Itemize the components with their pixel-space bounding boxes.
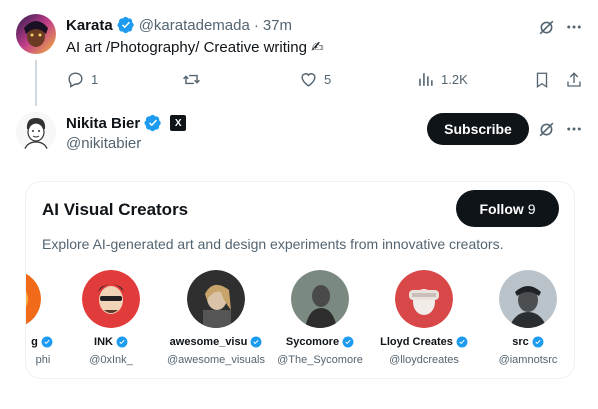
tweet-text: AI art /Photography/ Creative writing ✍ bbox=[66, 38, 324, 56]
profile-avatar[interactable] bbox=[16, 112, 56, 152]
creator-name: g bbox=[31, 336, 38, 348]
more-icon[interactable] bbox=[563, 118, 585, 140]
creator-avatar[interactable] bbox=[82, 270, 140, 328]
creator-handle: @awesome_visuals bbox=[167, 354, 265, 366]
verified-badge-icon bbox=[41, 336, 53, 348]
tweet-author-name[interactable]: Karata bbox=[66, 17, 113, 34]
creator-item[interactable]: src @iamnotsrc bbox=[472, 270, 574, 366]
verified-badge-icon bbox=[117, 16, 134, 34]
creator-handle: @lloydcreates bbox=[389, 354, 459, 366]
grok-icon[interactable] bbox=[535, 118, 557, 140]
follow-list-button[interactable]: Follow 9 bbox=[456, 190, 559, 227]
reply-button[interactable]: 1 bbox=[66, 70, 98, 89]
creator-handle: @0xInk_ bbox=[89, 354, 133, 366]
creator-item[interactable]: Sycomore @The_Sycomore bbox=[264, 270, 376, 366]
tweet-header: Karata @karatademada · 37m bbox=[66, 16, 292, 34]
follow-label: Follow bbox=[479, 200, 524, 217]
creator-avatar[interactable] bbox=[26, 270, 41, 328]
profile-name[interactable]: Nikita Bier bbox=[66, 115, 140, 132]
creator-name: INK bbox=[94, 336, 113, 348]
reply-icon bbox=[68, 72, 83, 88]
grok-icon[interactable] bbox=[535, 16, 557, 38]
retweet-icon bbox=[183, 74, 200, 85]
creator-name: Sycomore bbox=[285, 336, 340, 348]
tweet-author-avatar[interactable] bbox=[16, 14, 56, 54]
creator-avatar[interactable] bbox=[395, 270, 453, 328]
profile-handle[interactable]: @nikitabier bbox=[66, 135, 141, 152]
creator-name: Lloyd Creates bbox=[380, 336, 453, 348]
views-button[interactable]: 1.2K bbox=[416, 70, 468, 89]
profile-handle-row: @nikitabier bbox=[66, 135, 141, 152]
creator-handle: @The_Sycomore bbox=[277, 354, 363, 366]
follow-count: 9 bbox=[527, 200, 536, 217]
verified-badge-icon bbox=[532, 336, 544, 348]
reply-count: 1 bbox=[91, 72, 99, 87]
creator-item[interactable]: Lloyd Creates @lloydcreates bbox=[368, 270, 480, 366]
creator-item[interactable]: awesome_visu @awesome_visuals bbox=[160, 270, 272, 366]
verified-badge-icon bbox=[342, 336, 354, 348]
views-icon bbox=[419, 73, 433, 86]
creator-item[interactable]: INK @0xInk_ bbox=[55, 270, 167, 366]
creator-avatar[interactable] bbox=[291, 270, 349, 328]
verified-badge-icon bbox=[456, 336, 468, 348]
like-count: 5 bbox=[324, 72, 332, 87]
creator-handle: @iamnotsrc bbox=[498, 354, 558, 366]
thread-connector-line bbox=[35, 60, 37, 106]
views-count: 1.2K bbox=[441, 72, 468, 87]
creator-avatar[interactable] bbox=[187, 270, 245, 328]
creator-avatar[interactable] bbox=[499, 270, 557, 328]
affiliate-x-badge[interactable]: X bbox=[170, 115, 187, 131]
more-icon[interactable] bbox=[563, 16, 585, 38]
subscribe-button[interactable]: Subscribe bbox=[427, 113, 529, 145]
creator-name: awesome_visu bbox=[169, 336, 248, 348]
tweet-author-handle[interactable]: @karatademada bbox=[139, 17, 250, 34]
verified-badge-icon bbox=[144, 114, 161, 132]
share-icon[interactable] bbox=[564, 70, 584, 90]
list-title: AI Visual Creators bbox=[42, 200, 189, 219]
tweet-body: AI art /Photography/ Creative writing ✍ bbox=[66, 39, 324, 56]
tweet-timestamp[interactable]: 37m bbox=[263, 17, 292, 34]
list-description: Explore AI-generated art and design expe… bbox=[42, 236, 504, 252]
list-card[interactable]: AI Visual Creators Follow 9 Explore AI-g… bbox=[25, 181, 575, 379]
like-icon bbox=[301, 73, 316, 87]
time-separator: · bbox=[253, 16, 259, 34]
creator-name: src bbox=[512, 336, 529, 348]
profile-header: Nikita Bier X bbox=[66, 114, 187, 132]
verified-badge-icon bbox=[116, 336, 128, 348]
retweet-button[interactable] bbox=[182, 70, 207, 89]
bookmark-icon[interactable] bbox=[532, 70, 552, 90]
verified-badge-icon bbox=[250, 336, 262, 348]
like-button[interactable]: 5 bbox=[299, 70, 331, 89]
